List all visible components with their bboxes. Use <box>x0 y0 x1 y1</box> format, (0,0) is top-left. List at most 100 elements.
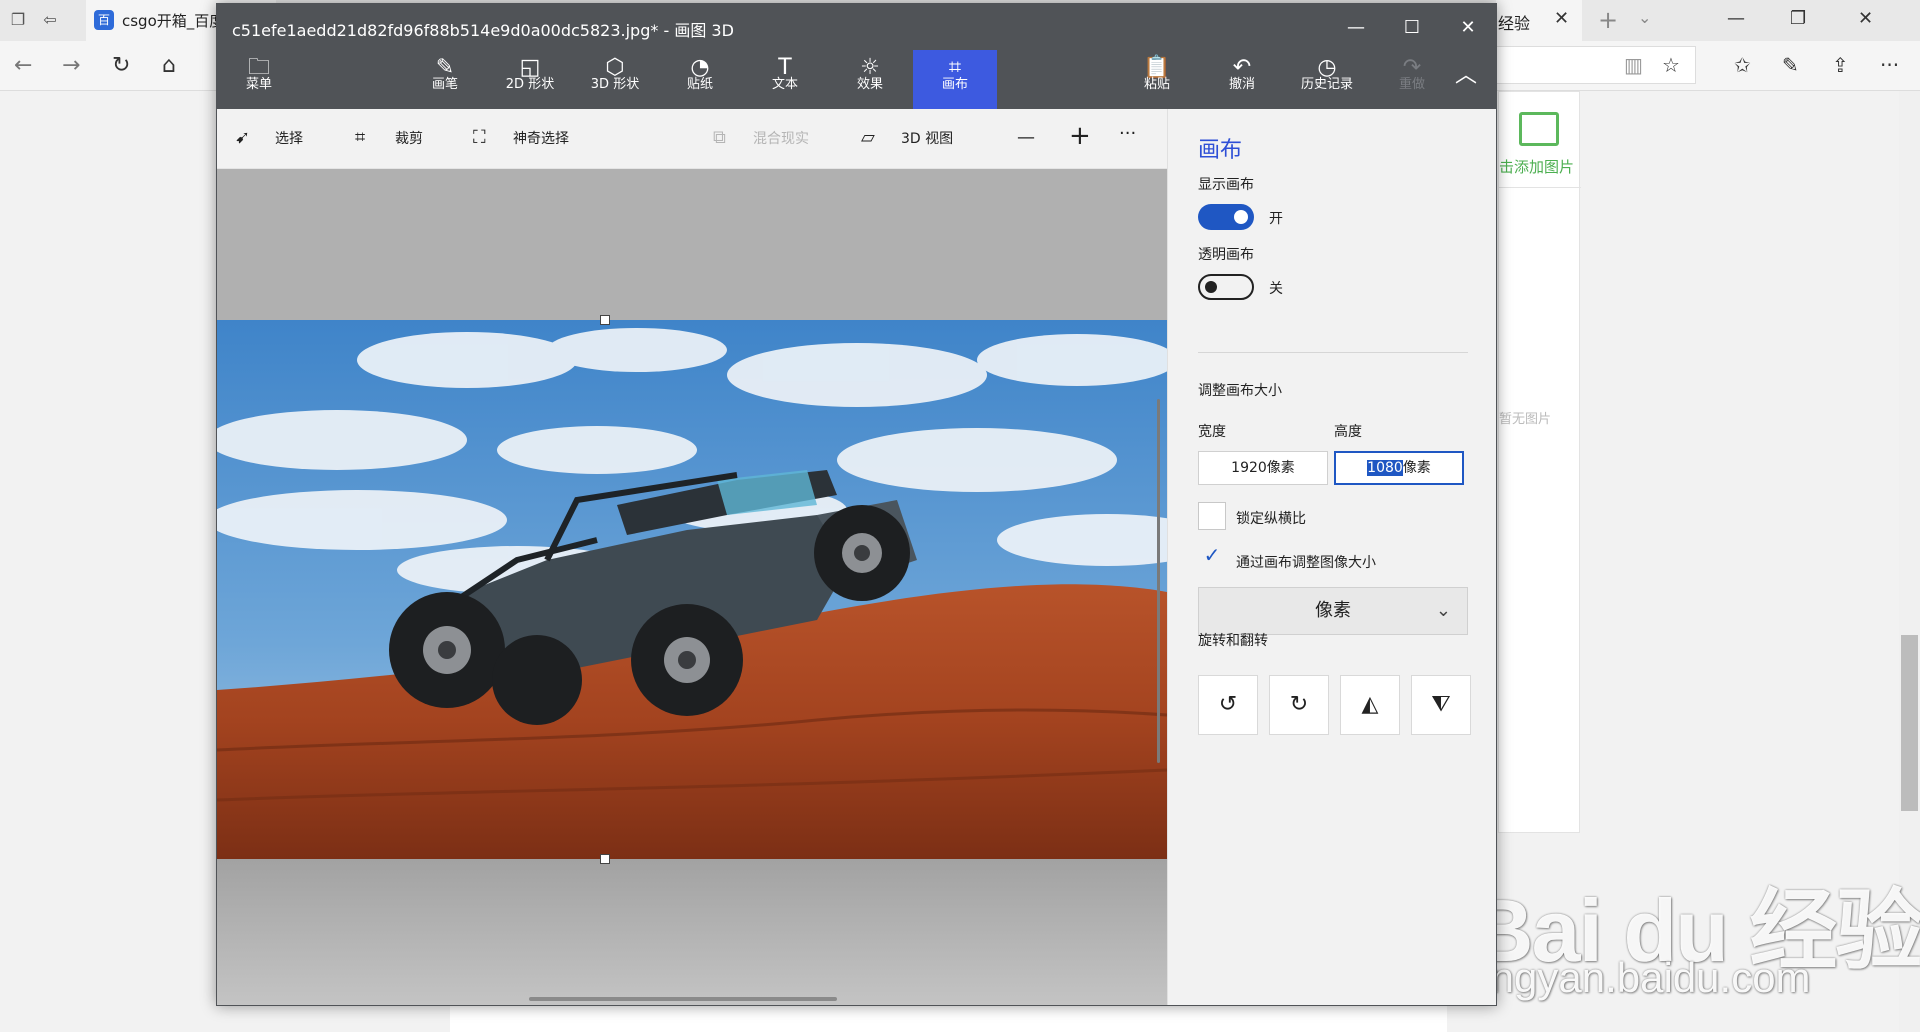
tab-brushes[interactable]: ✎ 画笔 <box>403 50 487 109</box>
paint3d-window: c51efe1aedd21d82fd96f88b514e9d0a00dc5823… <box>216 3 1497 1006</box>
height-unit-text: 像素 <box>1402 460 1431 476</box>
zoom-in-button[interactable]: + <box>1069 121 1091 151</box>
panel-title: 画布 <box>1198 138 1243 163</box>
no-image-label: 暂无图片 <box>1499 412 1552 427</box>
transparent-canvas-toggle[interactable] <box>1198 274 1254 300</box>
browser-maximize-icon[interactable]: ❐ <box>1790 8 1806 29</box>
tab-2d-shapes[interactable]: ◱ 2D 形状 <box>488 50 572 109</box>
ribbon: 🗀 菜单 ✎ 画笔 ◱ 2D 形状 ⬡ 3D 形状 ◔ 贴纸 T 文本 ☼ 效果… <box>217 50 1496 109</box>
paste-button[interactable]: 📋 粘贴 <box>1115 50 1199 109</box>
width-input[interactable]: 1920像素 <box>1198 451 1328 485</box>
tab-list-chevron-icon[interactable]: ⌄ <box>1638 8 1651 27</box>
unit-selected-value: 像素 <box>1315 600 1351 621</box>
history-clock-icon: ◷ <box>1317 55 1337 80</box>
home-icon[interactable]: ⌂ <box>162 53 176 78</box>
canvas-toolbar: ➹ 选择 ⌗ 裁剪 ⛶ 神奇选择 ⧉ 混合现实 ▱ 3D 视图 — + ··· <box>217 109 1167 169</box>
text-t-icon: T <box>778 55 792 80</box>
magic-select-tool[interactable]: ⛶ 神奇选择 <box>473 127 569 151</box>
title-bar: c51efe1aedd21d82fd96f88b514e9d0a00dc5823… <box>217 4 1496 50</box>
rotate-right-icon: ↻ <box>1289 692 1309 717</box>
browser-minimize-icon[interactable]: — <box>1727 8 1745 29</box>
transparent-canvas-label: 透明画布 <box>1198 247 1254 263</box>
crop-tool[interactable]: ⌗ 裁剪 <box>355 127 423 151</box>
transparent-canvas-state: 关 <box>1269 281 1283 297</box>
add-image-area[interactable]: 击添加图片 <box>1499 92 1581 188</box>
maximize-icon[interactable]: ☐ <box>1385 13 1439 43</box>
window-title: c51efe1aedd21d82fd96f88b514e9d0a00dc5823… <box>232 21 734 40</box>
show-canvas-toggle[interactable] <box>1198 204 1254 230</box>
select-tool[interactable]: ➹ 选择 <box>235 127 303 151</box>
flip-horizontal-button[interactable]: ◭ <box>1340 675 1400 735</box>
tab-text[interactable]: T 文本 <box>743 50 827 109</box>
web-image-panel: 击添加图片 暂无图片 <box>1498 91 1581 833</box>
resize-image-checkbox[interactable]: ✓ <box>1198 541 1226 569</box>
sun-icon: ☼ <box>860 55 880 80</box>
tab-effects[interactable]: ☼ 效果 <box>828 50 912 109</box>
tab-canvas[interactable]: ⌗ 画布 <box>913 50 997 109</box>
tab-stickers[interactable]: ◔ 贴纸 <box>658 50 742 109</box>
collapse-ribbon-button[interactable]: ︿ <box>1434 50 1496 109</box>
forward-icon[interactable]: → <box>62 53 80 78</box>
view-3d-button[interactable]: ▱ 3D 视图 <box>861 127 953 151</box>
chevron-up-icon: ︿ <box>1454 63 1477 88</box>
flip-horizontal-icon: ◭ <box>1361 692 1379 717</box>
favorite-star-icon[interactable]: ☆ <box>1662 53 1680 77</box>
rotate-flip-label: 旋转和翻转 <box>1198 633 1268 649</box>
toggle-knob <box>1234 210 1248 224</box>
resize-canvas-label: 调整画布大小 <box>1198 383 1282 399</box>
crop-icon: ⌗ <box>355 127 366 148</box>
more-menu-icon[interactable]: ··· <box>1880 53 1899 77</box>
tab-3d-shapes[interactable]: ⬡ 3D 形状 <box>573 50 657 109</box>
toggle-knob <box>1205 281 1217 293</box>
minimize-icon[interactable]: — <box>1329 13 1383 43</box>
browser-close-icon[interactable]: ✕ <box>1858 8 1873 29</box>
cube-icon: ⬡ <box>605 55 625 80</box>
canvas-grid-icon: ⌗ <box>948 55 962 80</box>
new-tab-icon[interactable]: + <box>1598 6 1618 34</box>
lock-aspect-checkbox[interactable] <box>1198 502 1226 530</box>
clipboard-icon: 📋 <box>1143 55 1171 80</box>
close-icon[interactable]: ✕ <box>1441 13 1495 43</box>
undo-button[interactable]: ↶ 撤消 <box>1200 50 1284 109</box>
web-note-pen-icon[interactable]: ✎ <box>1782 53 1799 77</box>
canvas-horizontal-scrollbar[interactable] <box>529 997 837 1001</box>
sticker-icon: ◔ <box>690 55 710 80</box>
set-aside-tabs-icon[interactable]: ⇦ <box>40 11 60 29</box>
favorites-hub-icon[interactable]: ✩ <box>1734 53 1751 77</box>
height-input[interactable]: 1080像素 <box>1334 451 1464 485</box>
canvas-area[interactable] <box>217 169 1167 1005</box>
browser-tab-jingyan[interactable]: 经验 ✕ <box>1496 0 1582 41</box>
menu-button[interactable]: 🗀 菜单 <box>217 50 301 109</box>
canvas-reflection <box>217 859 1167 1005</box>
shapes-2d-icon: ◱ <box>519 55 541 80</box>
baidu-jingyan-watermark: Bai du 经验 jingyan.baidu.com <box>1470 820 1920 1001</box>
resize-image-label: 通过画布调整图像大小 <box>1236 555 1376 571</box>
zoom-out-button[interactable]: — <box>1017 127 1035 151</box>
history-button[interactable]: ◷ 历史记录 <box>1285 50 1369 109</box>
flip-vertical-icon: ⧨ <box>1431 692 1451 717</box>
add-image-label: 击添加图片 <box>1499 158 1575 176</box>
refresh-icon[interactable]: ↻ <box>112 53 130 78</box>
back-icon[interactable]: ← <box>14 53 32 78</box>
page-scrollbar-thumb[interactable] <box>1901 635 1918 811</box>
folder-icon: 🗀 <box>247 55 270 80</box>
tab-preview-icon[interactable]: ❐ <box>8 11 28 29</box>
web-content-bottom <box>450 1003 1447 1032</box>
unit-dropdown[interactable]: 像素 ⌄ <box>1198 587 1468 635</box>
watermark-url: jingyan.baidu.com <box>1472 954 1811 1001</box>
flip-vertical-button[interactable]: ⧨ <box>1411 675 1471 735</box>
height-selected-text: 1080 <box>1367 460 1403 476</box>
mixed-reality-button[interactable]: ⧉ 混合现实 <box>713 127 809 151</box>
canvas-resize-handle-top[interactable] <box>600 315 610 325</box>
reading-view-icon[interactable]: ▥ <box>1624 53 1643 77</box>
share-icon[interactable]: ⇪ <box>1832 53 1849 77</box>
close-tab-icon[interactable]: ✕ <box>1554 8 1569 29</box>
canvas-resize-handle-bottom[interactable] <box>600 854 610 864</box>
rotate-left-button[interactable]: ↺ <box>1198 675 1258 735</box>
jeep-photo[interactable] <box>217 320 1167 859</box>
more-options-button[interactable]: ··· <box>1119 123 1136 147</box>
cursor-arrow-icon: ➹ <box>235 127 251 148</box>
rotate-right-button[interactable]: ↻ <box>1269 675 1329 735</box>
mixed-reality-icon: ⧉ <box>713 127 726 148</box>
canvas-vertical-scrollbar[interactable] <box>1157 399 1160 763</box>
